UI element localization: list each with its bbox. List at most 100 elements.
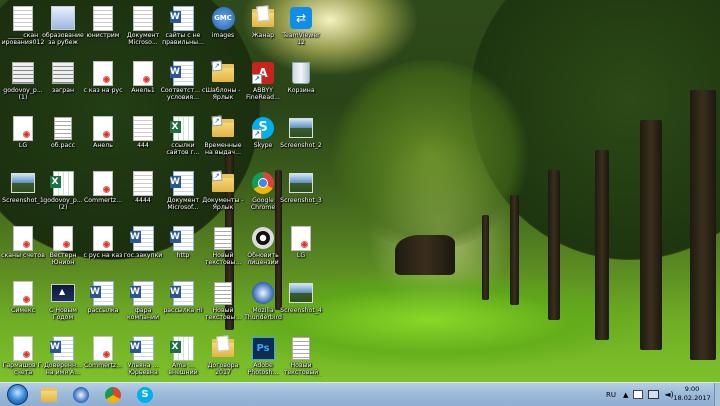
desktop-icon[interactable]: Ama ... внешний [162, 332, 204, 382]
desktop-icon[interactable]: godovoy_p... (2) [42, 167, 84, 222]
desktop-icon[interactable]: образование за рубеж [42, 2, 84, 57]
desktop-icon[interactable]: Анель1 [122, 57, 164, 112]
desktop-icon[interactable]: загран [42, 57, 84, 112]
desktop-icon[interactable]: Google Chrome [242, 167, 284, 222]
desktop-icon[interactable]: AABBYY FineRead... [242, 57, 284, 112]
desktop-icon-image [289, 115, 313, 141]
desktop-icon-image [11, 225, 35, 251]
desktop[interactable]: _____скан ирования012 6_рус+godovoy_p...… [0, 0, 720, 382]
language-indicator[interactable]: RU [606, 391, 616, 399]
desktop-icon[interactable]: Корзина [280, 57, 322, 112]
desktop-icon[interactable]: Документ Microso... [122, 2, 164, 57]
teamviewer-icon: ⇄ [290, 7, 312, 29]
desktop-icon-label: Screenshot_3 [280, 197, 322, 204]
folder-shortcut-icon [212, 174, 234, 192]
flag-icon[interactable] [633, 390, 644, 399]
word-document-icon [169, 5, 194, 31]
desktop-icon[interactable]: Новый текстовы... [202, 222, 244, 277]
desktop-icon[interactable]: Новый текстовы... [202, 277, 244, 332]
desktop-icon[interactable]: Ульяна ... Юрьевна [122, 332, 164, 382]
taskbar-pinned-skype[interactable]: S [130, 384, 160, 405]
document-icon [93, 5, 113, 31]
desktop-icon-image [289, 225, 313, 251]
taskbar-pinned-thunderbird[interactable] [66, 384, 96, 405]
folder-icon [252, 9, 274, 27]
desktop-icon[interactable]: Гармашов Г. счета [2, 332, 44, 382]
pdf-icon [93, 335, 113, 361]
desktop-icon-image [289, 280, 313, 306]
desktop-icon[interactable]: Screenshot_3 [280, 167, 322, 222]
word-document-icon [169, 280, 194, 306]
start-button[interactable] [2, 384, 32, 405]
tray-arrow-icon[interactable]: ▲ [623, 391, 628, 399]
desktop-icon[interactable]: сканы счетов [1, 222, 45, 277]
desktop-icon[interactable]: юнистрим [82, 2, 124, 57]
desktop-icon[interactable]: Доверенн... на имя А... [42, 332, 84, 382]
document-icon [133, 115, 153, 141]
desktop-icon-image [169, 335, 195, 361]
desktop-icon[interactable]: SSkype [242, 112, 284, 167]
desktop-icon-image [11, 335, 35, 361]
desktop-icon[interactable]: С Новым Годом [42, 277, 84, 332]
desktop-icon[interactable]: Анель [82, 112, 124, 167]
desktop-icon[interactable]: 444 [122, 112, 164, 167]
desktop-icon[interactable]: сайты с не правильны... [162, 2, 204, 57]
desktop-icon-image [169, 60, 195, 86]
desktop-icon[interactable]: LG [2, 112, 44, 167]
desktop-icon[interactable]: Screenshot_1 [2, 167, 44, 222]
gmc-logo-icon: GMC [211, 6, 235, 30]
desktop-icon[interactable]: Screenshot_2 [280, 112, 322, 167]
desktop-icon[interactable]: GMC images [202, 2, 244, 57]
clock[interactable]: 9:00 18.02.2017 [672, 385, 712, 403]
desktop-icon[interactable]: Временные на выдач... [202, 112, 244, 167]
desktop-icon-image [131, 115, 155, 141]
desktop-icon[interactable]: 4444 [122, 167, 164, 222]
desktop-icon[interactable]: Mozilla Thunderbird [242, 277, 284, 332]
desktop-icon-image [51, 280, 75, 306]
desktop-icon[interactable]: рассылка НI [162, 277, 204, 332]
word-document-icon [129, 225, 154, 251]
desktop-icon[interactable]: с рус на каз [82, 222, 124, 277]
desktop-icon[interactable]: LG [280, 222, 322, 277]
excel-spreadsheet-icon [169, 115, 194, 141]
desktop-icon[interactable]: ссылки сайтов г... [162, 112, 204, 167]
desktop-icon[interactable]: godovoy_p... (1) [2, 57, 44, 112]
desktop-icon[interactable]: http [162, 222, 204, 277]
desktop-icon[interactable]: Соответст... с условия... [161, 57, 205, 112]
desktop-icon[interactable]: Договора 2017 [202, 332, 244, 382]
desktop-icon[interactable]: Обновить лицензии [242, 222, 284, 277]
windows-logo-icon [6, 384, 28, 405]
desktop-icon-image [251, 5, 275, 31]
taskbar-pinned-chrome[interactable] [98, 384, 128, 405]
desktop-icon[interactable]: Документ Microsof... [162, 167, 204, 222]
desktop-icon[interactable]: фара компании [122, 277, 164, 332]
desktop-icon-label: Screenshot_4 [280, 307, 322, 314]
desktop-icon[interactable]: об.расс [42, 112, 84, 167]
desktop-icon[interactable]: Screenshot_4 [280, 277, 322, 332]
desktop-icon[interactable]: ⇄ TeamViewer 12 [280, 2, 322, 57]
desktop-icon[interactable]: рассылка [82, 277, 124, 332]
desktop-icon[interactable]: Commertz... [82, 167, 124, 222]
screenshot-image-icon [11, 173, 35, 193]
taskbar-pinned-explorer[interactable] [34, 384, 64, 405]
desktop-icon[interactable]: гос.закупки [122, 222, 164, 277]
word-document-icon [129, 280, 154, 306]
desktop-icon[interactable]: Симекс [2, 277, 44, 332]
desktop-icon[interactable]: Шаблоны - Ярлык [202, 57, 244, 112]
skype-icon: S [252, 117, 274, 139]
pdf-icon [93, 225, 113, 251]
abbyy-finereader-icon: A [252, 62, 274, 84]
desktop-icon[interactable]: _____скан ирования012 6_рус+ [2, 2, 44, 57]
text-file-icon [292, 336, 310, 360]
desktop-icon[interactable]: Новый текстовый документ (3) [280, 332, 322, 382]
desktop-icon[interactable]: с каз на рус [82, 57, 124, 112]
desktop-icon[interactable]: Commertz... [82, 332, 124, 382]
show-desktop-button[interactable] [714, 383, 720, 406]
desktop-icon[interactable]: Документы - Ярлык [202, 167, 244, 222]
desktop-icon-label: LG [296, 252, 306, 259]
network-icon[interactable] [648, 390, 660, 399]
desktop-icon[interactable]: Вестерн Юнион [42, 222, 84, 277]
desktop-icon-image [129, 280, 155, 306]
desktop-icon[interactable]: Жанар [242, 2, 284, 57]
pdf-icon [13, 335, 33, 361]
